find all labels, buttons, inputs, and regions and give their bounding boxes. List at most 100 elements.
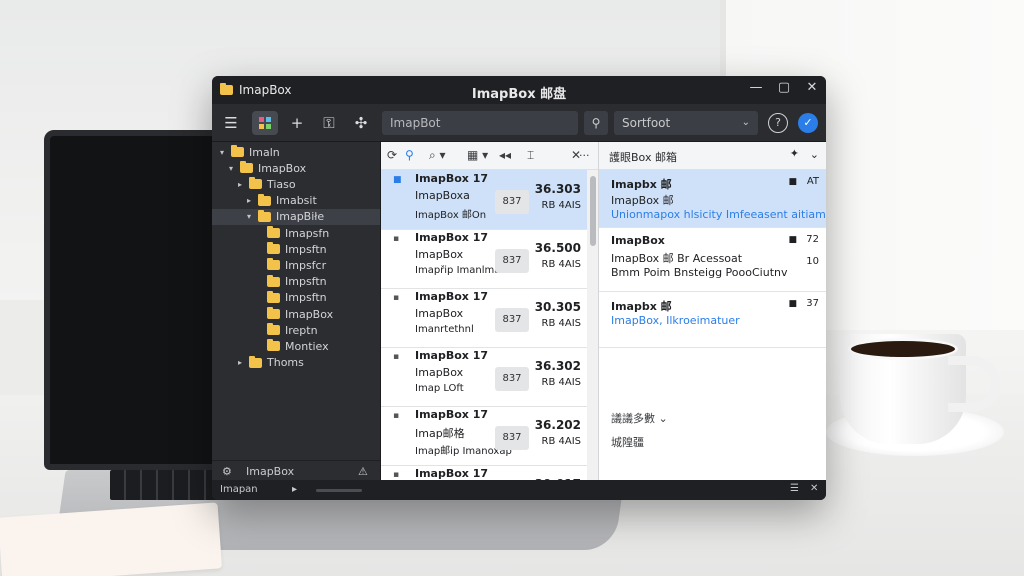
preview-section-item[interactable]: 城隍疆 (611, 434, 644, 450)
sidebar-item-label: ImapBox (258, 161, 307, 175)
chevron-down-icon[interactable]: ▾ (227, 164, 235, 173)
sidebar-item-label: Thoms (267, 356, 304, 370)
collapse-icon[interactable]: ⌄ (810, 148, 819, 161)
sidebar-item-label: ImapBiłe (276, 210, 325, 224)
sort-select[interactable]: Sortfoot ⌄ (614, 111, 758, 135)
folder-icon (267, 290, 280, 303)
refresh-icon[interactable]: ⟳ (387, 148, 397, 162)
message-row[interactable]: ▪ImapBox 17ImapBox30.017 (381, 465, 587, 480)
preview-card-badge: AT (806, 176, 819, 187)
folder-icon (267, 307, 280, 319)
message-list-scrollbar[interactable] (587, 170, 598, 480)
folder-icon (231, 145, 244, 157)
sidebar-item-label: ImapBox (285, 307, 334, 321)
app-grid-button[interactable] (252, 111, 278, 135)
attachment-badge: 837 (495, 249, 529, 273)
close-panel-icon[interactable]: ✕ (810, 483, 818, 494)
zoom-icon[interactable]: ⌕ ▾ (429, 148, 446, 163)
message-sender: ImapBox 17 (415, 467, 489, 480)
attachment-badge: 837 (495, 308, 529, 332)
sidebar-item-label: Imapsfn (285, 226, 330, 240)
folder-icon (240, 161, 253, 174)
chevron-right-icon[interactable]: ▸ (236, 358, 244, 367)
message-preview: Imap LOft (415, 383, 464, 394)
message-size: 36.202 (534, 418, 581, 432)
message-sender: ImapBox 17 (415, 231, 489, 244)
title-bar[interactable]: ImapBox ImapBox 邮盘 — ▢ ✕ (212, 76, 826, 104)
message-row[interactable]: ▪ ImapBox 17 ImapBox Imanrtethnl 30.305 RB 4A… (381, 288, 587, 348)
preview-card[interactable]: Imapbx 邮 ImapBox 邮 Unionmapox hlsicity Imf… (599, 170, 826, 228)
compose-button[interactable]: + (284, 111, 310, 135)
more-icon[interactable]: ··· (579, 149, 590, 162)
laptop-keyboard (110, 470, 220, 500)
move-button[interactable]: ✣ (348, 111, 374, 135)
maximize-icon[interactable]: ▢ (776, 80, 792, 95)
chevron-right-icon[interactable]: ▸ (245, 196, 253, 205)
warning-icon[interactable]: ⚠ (358, 465, 368, 478)
coffee-surface (848, 338, 958, 360)
sidebar-item-label: Montiex (285, 339, 329, 353)
message-row[interactable]: ▪ ImapBox 17 ImapBox Imapřip Imanlmavial 36.… (381, 229, 587, 289)
play-icon[interactable]: ▸ (292, 484, 297, 495)
preview-card[interactable]: ImapBox ImapBox 邮 Br Acessoat Bmm Poim Bns… (599, 228, 826, 292)
message-row[interactable]: ▪ ImapBox 17 Imap邮格 Imap邮ip Imanoxap 36.202 R… (381, 406, 587, 466)
menu-button[interactable]: ☰ (218, 111, 244, 135)
sidebar-item[interactable]: Impsftn (212, 241, 380, 257)
sidebar-item[interactable]: ▸ Tiaso (212, 176, 380, 192)
status-progress (316, 489, 362, 492)
sync-status-button[interactable]: ✓ (798, 113, 818, 133)
sidebar-item[interactable]: ▸ Imabsit (212, 193, 380, 209)
search-icon[interactable]: ⚲ (405, 148, 414, 162)
chevron-down-icon[interactable]: ▾ (245, 212, 253, 221)
flag-icon: ▪ (393, 411, 400, 421)
sidebar-item[interactable]: ▸ Thoms (212, 355, 380, 371)
sidebar-item[interactable]: ▾ ImapBox (212, 160, 380, 176)
sidebar-item[interactable]: ▾ ImapBiłe (212, 208, 380, 225)
sidebar-item[interactable]: Impsftn (212, 274, 380, 290)
sidebar-item[interactable]: ▾ Imaln (212, 144, 380, 160)
lines-icon[interactable]: ☰ (790, 483, 799, 494)
lock-button[interactable]: ⚿ (316, 111, 342, 135)
filter-button[interactable]: ⚲ (584, 111, 608, 135)
message-subject: ImapBox (415, 307, 464, 320)
list-toolbar: ⟳ ⚲ ⌕ ▾ ▦ ▾ ◂◂ ⌶ ✕ ··· (381, 142, 598, 170)
sidebar-item-label: Imabsit (276, 194, 317, 208)
main-toolbar: ☰ + ⚿ ✣ ImapBot ⚲ Sortfoot ⌄ ? ✓ (212, 104, 826, 142)
sidebar-item[interactable]: Ireptn (212, 322, 380, 338)
preview-card-snippet: Unionmapox hlsicity Imfeeasent aitiamgo (611, 208, 826, 221)
preview-section-label[interactable]: 議議多數 ⌄ (611, 410, 668, 426)
search-input[interactable]: ImapBot (382, 111, 578, 135)
sidebar-item[interactable]: Montiex (212, 338, 380, 354)
preview-card-title: Imapbx 邮 (611, 300, 672, 313)
message-list: ⟳ ⚲ ⌕ ▾ ▦ ▾ ◂◂ ⌶ ✕ ··· ■ ImapBox 17 ImapBo… (380, 142, 598, 480)
split-icon[interactable]: ⌶ (527, 148, 534, 163)
minimize-icon[interactable]: — (748, 80, 764, 95)
unread-icon: ■ (393, 175, 402, 185)
chevron-down-icon[interactable]: ▾ (218, 148, 226, 157)
pin-icon[interactable]: ✦ (790, 147, 799, 160)
close-icon[interactable]: ✕ (804, 80, 820, 95)
message-row[interactable]: ▪ ImapBox 17 ImapBox Imap LOft 36.302 RB 4AIS… (381, 347, 587, 407)
message-date: RB 4AIS (541, 200, 582, 211)
preview-card-title: Imapbx 邮 (611, 178, 672, 191)
calendar-icon[interactable]: ▦ ▾ (467, 148, 488, 162)
sidebar-item[interactable]: Impsfcr (212, 257, 380, 273)
sidebar-item[interactable]: Imapsfn (212, 225, 380, 241)
help-button[interactable]: ? (768, 113, 788, 133)
preview-pane: 護眼Box 邮箱 ✦ ⌄ Imapbx 邮 ImapBox 邮 Unionmapox… (598, 142, 826, 480)
preview-card[interactable]: Imapbx 邮 ImapBox, Ilkroeimatuer 37 ■ (599, 292, 826, 348)
preview-card-badge: 37 (806, 298, 819, 309)
chevron-right-icon[interactable]: ▸ (236, 180, 244, 189)
sidebar-item-label: Imaln (249, 145, 280, 159)
back-icon[interactable]: ◂◂ (499, 148, 511, 162)
folder-icon (258, 209, 271, 222)
message-row[interactable]: ■ ImapBox 17 ImapBoxa ImapBox 邮On 36.303 RB 4… (381, 170, 587, 230)
settings-icon[interactable]: ⚙ (222, 465, 232, 478)
sidebar-item[interactable]: Impsftn (212, 290, 380, 306)
scrollbar-thumb[interactable] (590, 176, 596, 246)
folder-icon (267, 242, 280, 255)
message-subject: ImapBox (415, 366, 464, 379)
sidebar-item[interactable]: ImapBox (212, 306, 380, 322)
window-title: ImapBox 邮盘 (471, 87, 567, 102)
window-controls: — ▢ ✕ (748, 80, 820, 95)
